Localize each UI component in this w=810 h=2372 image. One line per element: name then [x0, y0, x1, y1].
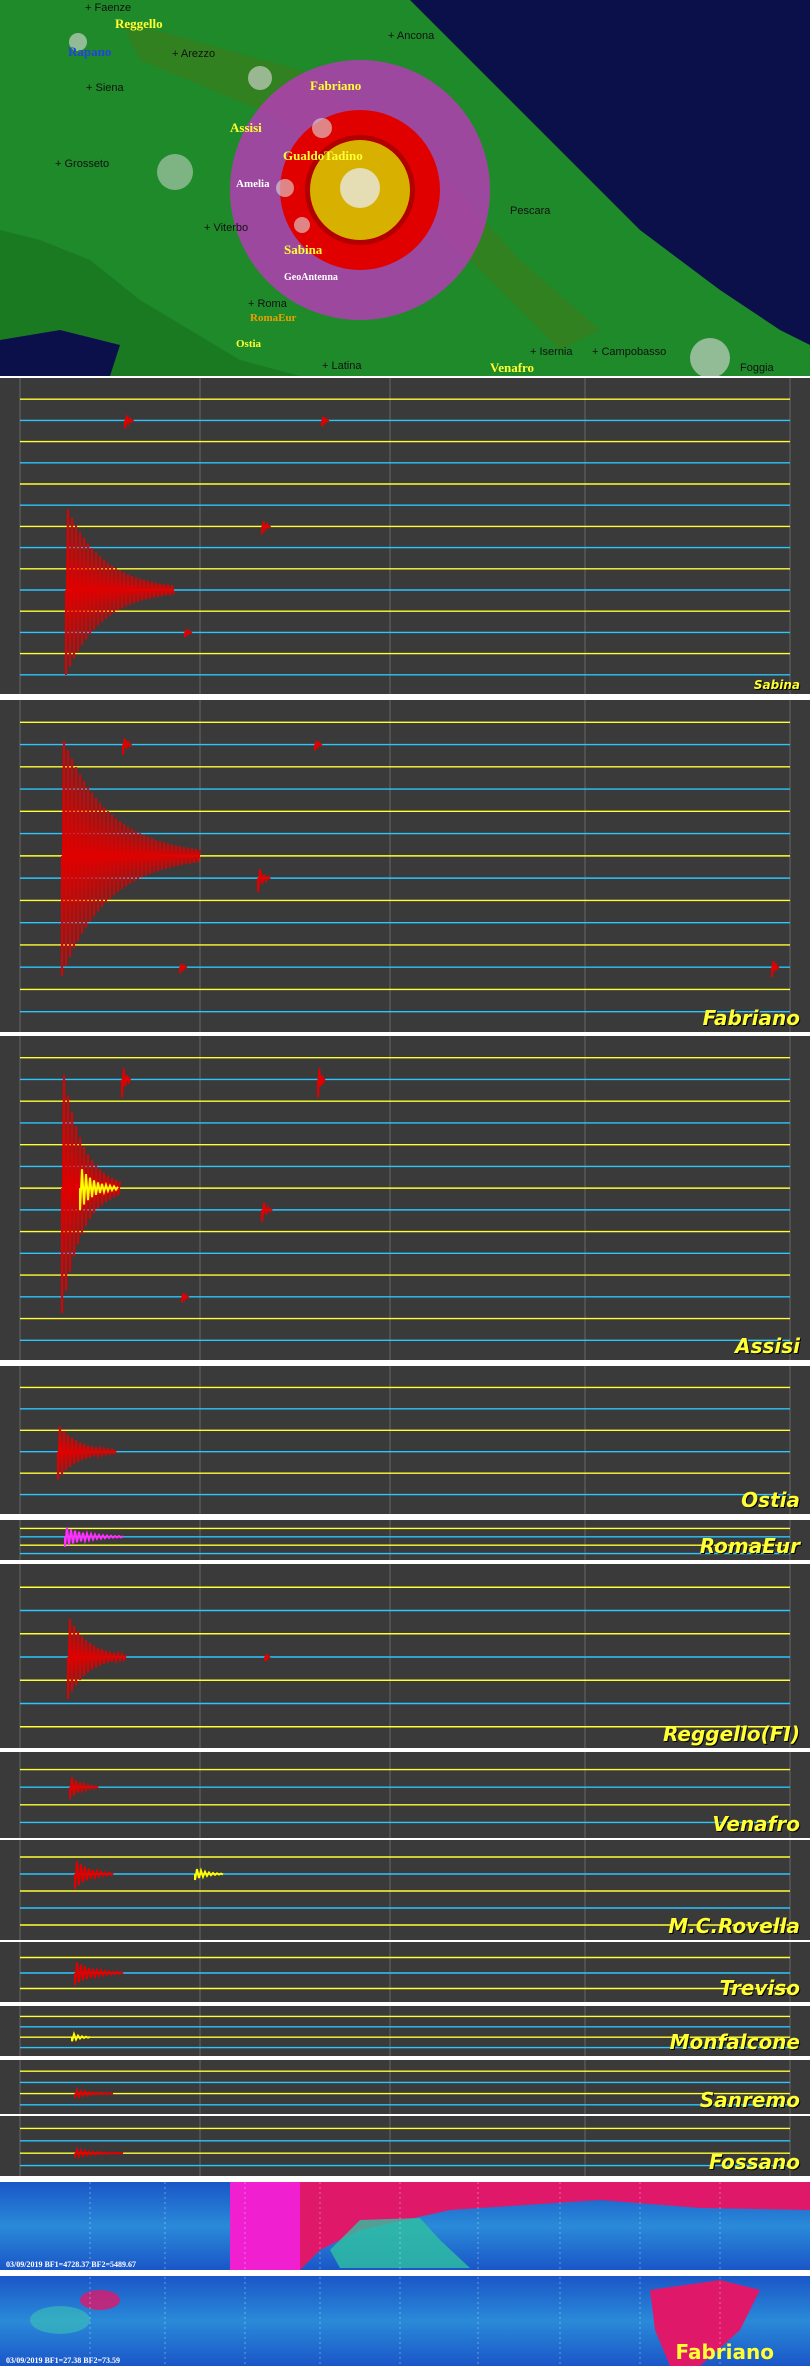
- panel-separator: [0, 1748, 810, 1750]
- seismogram-fossano: Fossano: [0, 2116, 810, 2178]
- seismogram-canvas: [0, 1520, 810, 1562]
- panel-separator: [0, 2002, 810, 2004]
- station-label: Monfalcone: [669, 2030, 800, 2054]
- station-dot: [157, 154, 193, 190]
- map-city: Pescara: [510, 205, 551, 217]
- seismogram-background: [0, 2116, 810, 2178]
- station-dot: [276, 179, 294, 197]
- seismic-map: Reggello Fabriano Assisi GualdoTadino Am…: [0, 0, 810, 376]
- seismogram-sanremo: Sanremo: [0, 2060, 810, 2116]
- spectrogram-bottom-caption: 03/09/2019 BF1=27.38 BF2=73.59: [6, 2356, 121, 2365]
- seismogram-treviso: Treviso: [0, 1942, 810, 2004]
- seismogram-assisi: Assisi: [0, 1036, 810, 1362]
- station-dot: [294, 217, 310, 233]
- panel-separator: [0, 1560, 810, 1562]
- station-dot: [248, 66, 272, 90]
- map-city: + Grosseto: [55, 158, 110, 170]
- map-label: Reggello: [115, 16, 163, 31]
- spectro-peak: [230, 2182, 300, 2270]
- station-label: Venafro: [712, 1812, 800, 1836]
- map-label: Venafro: [490, 360, 535, 375]
- spectrogram-station-title: Fabriano: [675, 2340, 775, 2364]
- panel-separator: [0, 2056, 810, 2058]
- seismogram-reggello: Reggello(FI): [0, 1564, 810, 1750]
- map-city: Foggia: [740, 362, 774, 374]
- map-label: Ostia: [236, 338, 262, 350]
- map-label: Assisi: [230, 120, 262, 135]
- station-label: Fossano: [708, 2150, 800, 2174]
- station-label: Reggello(FI): [662, 1722, 800, 1746]
- map-city: + Arezzo: [172, 48, 216, 60]
- panel-separator: [0, 1360, 810, 1362]
- seismogram-monfalcone: Monfalcone: [0, 2006, 810, 2058]
- seismogram-background: [0, 1366, 810, 1516]
- seismogram-mcrovella: M.C.Rovella: [0, 1840, 810, 1942]
- seismogram-canvas: [0, 2116, 810, 2178]
- spectrogram-panel: 03/09/2019 BF1=4728.37 BF2=5489.67 03/09…: [0, 2180, 810, 2372]
- seismogram-romaeur: RomaEur: [0, 1520, 810, 1562]
- map-label: GeoAntenna: [284, 272, 338, 283]
- spectro-blob: [80, 2290, 120, 2310]
- map-city: + Viterbo: [204, 222, 249, 234]
- map-label: RomaEur: [250, 312, 297, 324]
- epicenter: [340, 168, 380, 208]
- station-label: Sabina: [753, 678, 800, 692]
- seismogram-sabina: Sabina: [0, 378, 810, 696]
- seismogram-canvas: [0, 1366, 810, 1516]
- seismogram-canvas: [0, 1036, 810, 1362]
- seismogram-background: [0, 1752, 810, 1840]
- map-canvas: [0, 0, 810, 376]
- station-label: Ostia: [741, 1488, 800, 1512]
- spectrogram-top-caption: 03/09/2019 BF1=4728.37 BF2=5489.67: [6, 2260, 137, 2269]
- map-city: + Campobasso: [592, 346, 667, 358]
- station-label: Sanremo: [699, 2088, 800, 2112]
- map-label: Fabriano: [310, 78, 362, 93]
- seismogram-background: [0, 1520, 810, 1562]
- station-label: Treviso: [719, 1976, 800, 2000]
- seismogram-canvas: [0, 1942, 810, 2004]
- map-city: + Isernia: [530, 346, 573, 358]
- panel-separator: [0, 1514, 810, 1516]
- map-city: + Siena: [86, 82, 124, 94]
- station-label: Assisi: [735, 1334, 800, 1358]
- map-label: Sabina: [284, 242, 323, 257]
- seismogram-canvas: [0, 1752, 810, 1840]
- station-label: M.C.Rovella: [668, 1914, 800, 1938]
- map-city: + Ancona: [388, 30, 435, 42]
- spectro-blob: [30, 2306, 90, 2334]
- station-label: RomaEur: [699, 1534, 800, 1558]
- map-city: + Roma: [248, 298, 287, 310]
- seismogram-fabriano: Fabriano: [0, 700, 810, 1034]
- panel-separator: [0, 1032, 810, 1034]
- seismogram-canvas: [0, 700, 810, 1034]
- station-label: Fabriano: [702, 1006, 800, 1030]
- map-label: Amelia: [236, 178, 270, 190]
- map-city: + Latina: [322, 360, 362, 372]
- seismogram-background: [0, 2060, 810, 2116]
- map-city: + Faenze: [85, 2, 132, 14]
- seismogram-venafro: Venafro: [0, 1752, 810, 1840]
- map-label: GualdoTadino: [283, 148, 363, 163]
- panel-separator: [0, 694, 810, 696]
- seismogram-ostia: Ostia: [0, 1366, 810, 1516]
- seismogram-canvas: [0, 378, 810, 696]
- station-dot: [312, 118, 332, 138]
- panel-separator: [0, 2176, 810, 2178]
- seismogram-background: [0, 378, 810, 696]
- seismogram-canvas: [0, 2060, 810, 2116]
- map-label-blue: Rapano: [68, 44, 112, 59]
